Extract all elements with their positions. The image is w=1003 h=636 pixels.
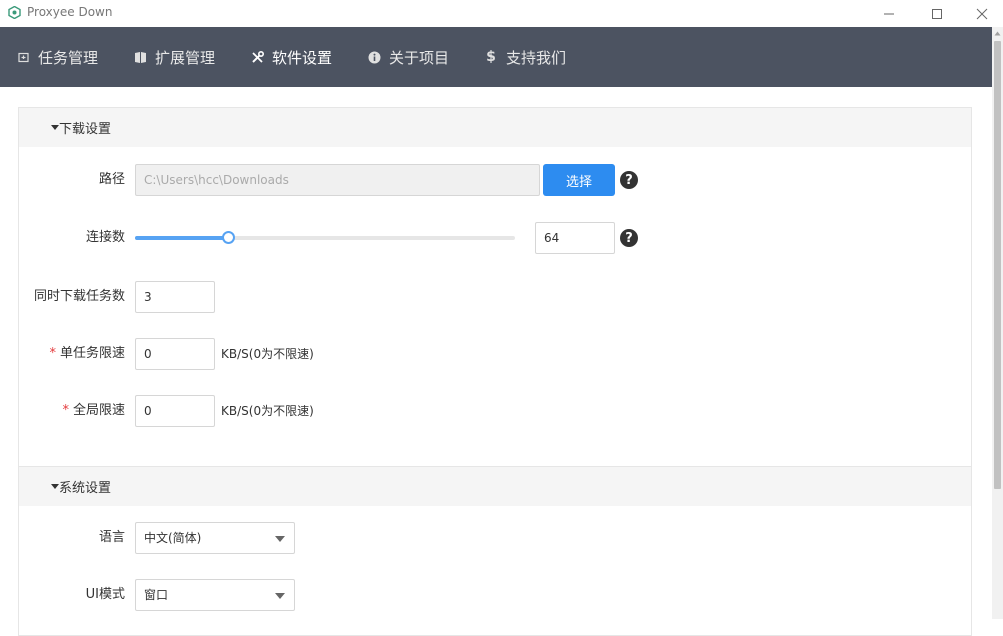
slider-fill — [135, 236, 229, 240]
task-speed-limit-input[interactable]: 0 — [135, 338, 215, 370]
nav-item-label: 软件设置 — [272, 48, 333, 67]
dollar-icon: $ — [486, 49, 496, 65]
top-navbar: 任务管理 扩展管理 软件设置 关于项目 $ 支持我们 — [0, 27, 992, 87]
settings-content: 下载设置 路径 C:\Users\hcc\Downloads 选择 ? 连接数 … — [0, 87, 992, 636]
nav-item-about-project[interactable]: 关于项目 — [367, 27, 449, 87]
info-icon — [367, 50, 381, 64]
task-speed-limit-row: * 单任务限速 0 KB/S(0为不限速) — [19, 338, 973, 370]
system-settings-panel: 系统设置 语言 中文(简体) UI模式 窗口 — [18, 466, 972, 636]
ui-mode-value: 窗口 — [144, 588, 169, 602]
required-asterisk: * — [62, 403, 69, 418]
global-speed-unit: KB/S(0为不限速) — [221, 404, 314, 418]
nav-item-label: 扩展管理 — [155, 48, 216, 67]
connections-input[interactable]: 64 — [535, 222, 615, 254]
path-input[interactable]: C:\Users\hcc\Downloads — [135, 164, 540, 196]
chevron-down-icon — [275, 593, 285, 599]
maximize-button[interactable] — [914, 0, 960, 27]
chevron-down-icon — [275, 536, 285, 542]
close-button[interactable] — [959, 0, 1003, 27]
nav-item-label: 关于项目 — [389, 48, 450, 67]
ui-mode-select[interactable]: 窗口 — [135, 579, 295, 611]
tools-settings-icon — [250, 50, 264, 64]
panel-title: 系统设置 — [59, 481, 112, 496]
path-row: 路径 C:\Users\hcc\Downloads 选择 ? — [19, 164, 973, 196]
scrollbar-thumb[interactable] — [994, 41, 1001, 489]
nav-item-software-settings[interactable]: 软件设置 — [250, 27, 332, 87]
ui-mode-row: UI模式 窗口 — [19, 579, 973, 611]
path-label: 路径 — [98, 172, 125, 187]
language-label: 语言 — [98, 530, 125, 545]
ui-mode-label: UI模式 — [85, 587, 125, 602]
path-help-icon[interactable]: ? — [620, 171, 638, 189]
scroll-up-arrow-icon[interactable] — [992, 27, 1003, 39]
minimize-icon — [884, 13, 894, 14]
minimize-button[interactable] — [866, 0, 912, 27]
concurrent-tasks-label: 同时下载任务数 — [33, 289, 125, 304]
app-logo-icon — [8, 5, 21, 20]
nav-item-label: 支持我们 — [506, 48, 567, 67]
global-speed-limit-label: * 全局限速 — [62, 403, 125, 418]
nav-item-support-us[interactable]: $ 支持我们 — [484, 27, 566, 87]
nav-item-label: 任务管理 — [38, 48, 99, 67]
download-settings-panel: 下载设置 路径 C:\Users\hcc\Downloads 选择 ? 连接数 … — [18, 107, 972, 467]
task-speed-limit-label: * 单任务限速 — [49, 346, 125, 361]
nav-item-extension-manager[interactable]: 扩展管理 — [133, 27, 215, 87]
panel-title: 下载设置 — [59, 122, 112, 137]
connections-label: 连接数 — [85, 230, 125, 245]
language-select[interactable]: 中文(简体) — [135, 522, 295, 554]
window-title: Proxyee Down — [27, 5, 113, 19]
system-settings-header[interactable]: 系统设置 — [19, 467, 971, 506]
concurrent-tasks-row: 同时下载任务数 3 — [19, 281, 973, 313]
connections-help-icon[interactable]: ? — [620, 229, 638, 247]
maximize-icon — [932, 8, 942, 19]
vertical-scrollbar[interactable] — [992, 27, 1003, 619]
language-row: 语言 中文(简体) — [19, 522, 973, 554]
download-task-icon — [16, 50, 30, 64]
nav-item-task-manager[interactable]: 任务管理 — [16, 27, 98, 87]
puzzle-extension-icon — [133, 50, 147, 64]
window-titlebar: Proxyee Down — [0, 0, 1003, 27]
task-speed-unit: KB/S(0为不限速) — [221, 347, 314, 361]
download-settings-header[interactable]: 下载设置 — [19, 108, 971, 147]
connections-slider[interactable] — [135, 236, 515, 240]
choose-path-button[interactable]: 选择 — [543, 164, 615, 196]
required-asterisk: * — [49, 346, 56, 361]
global-speed-limit-row: * 全局限速 0 KB/S(0为不限速) — [19, 395, 973, 427]
concurrent-tasks-input[interactable]: 3 — [135, 281, 215, 313]
global-speed-limit-input[interactable]: 0 — [135, 395, 215, 427]
caret-down-icon — [51, 125, 59, 130]
connections-row: 连接数 64 ? — [19, 222, 973, 254]
slider-handle[interactable] — [222, 231, 236, 244]
language-value: 中文(简体) — [144, 531, 202, 545]
caret-down-icon — [51, 484, 59, 489]
close-icon — [976, 8, 988, 19]
